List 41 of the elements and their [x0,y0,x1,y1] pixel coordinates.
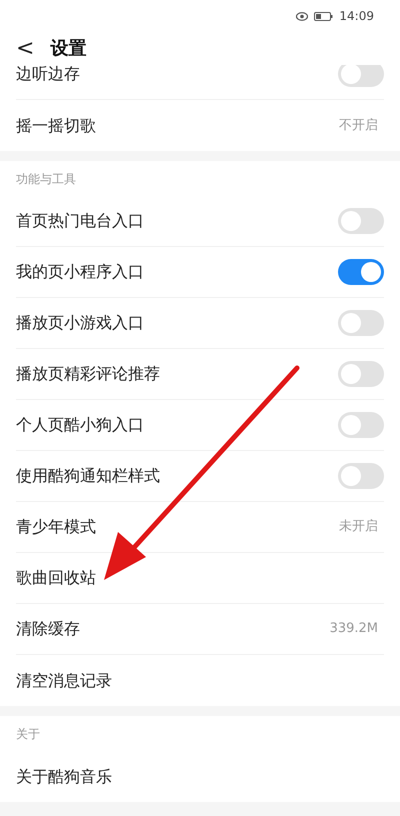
row-label: 播放页小游戏入口 [16,312,144,334]
toggle-switch[interactable] [338,310,384,336]
settings-row[interactable]: 清空消息记录 [16,655,384,706]
toggle-switch[interactable] [338,208,384,234]
section-header: 关于 [16,726,40,742]
row-value: 不开启 [339,116,378,135]
settings-row[interactable]: 关于酷狗音乐 [16,751,384,802]
settings-row[interactable]: 摇一摇切歌 不开启 [16,100,384,151]
row-label: 首页热门电台入口 [16,210,144,232]
settings-row[interactable]: 个人页酷小狗入口 [16,400,384,451]
battery-icon [314,12,334,20]
page-title: 设置 [50,37,86,61]
settings-row[interactable]: 播放页小游戏入口 [16,298,384,349]
toggle-switch[interactable] [338,361,384,387]
settings-row[interactable]: 我的页小程序入口 [16,247,384,298]
settings-row[interactable]: 首页热门电台入口 [16,196,384,247]
row-label: 青少年模式 [16,516,96,538]
status-time: 14:09 [339,8,374,25]
row-label: 使用酷狗通知栏样式 [16,465,160,487]
toggle-switch[interactable] [338,65,384,87]
toggle-switch[interactable] [338,259,384,285]
row-label: 清空消息记录 [16,670,112,692]
row-value: 未开启 [339,518,378,536]
back-button[interactable]: < [16,38,34,60]
row-label: 清除缓存 [16,618,80,640]
settings-row[interactable]: 使用酷狗通知栏样式 [16,451,384,502]
row-label: 关于酷狗音乐 [16,766,112,788]
row-value: 339.2M [330,620,378,638]
row-label: 摇一摇切歌 [16,114,96,136]
row-label: 个人页酷小狗入口 [16,414,144,436]
row-label: 边听边存 [16,65,80,85]
row-label: 播放页精彩评论推荐 [16,363,160,385]
row-label: 歌曲回收站 [16,567,96,589]
settings-row[interactable]: 播放页精彩评论推荐 [16,349,384,400]
row-label: 我的页小程序入口 [16,261,144,283]
eye-icon [296,12,308,20]
settings-row[interactable]: 清除缓存 339.2M [16,604,384,655]
toggle-switch[interactable] [338,463,384,489]
settings-row[interactable]: 边听边存 [16,65,384,100]
section-header: 功能与工具 [16,170,76,188]
toggle-switch[interactable] [338,412,384,438]
